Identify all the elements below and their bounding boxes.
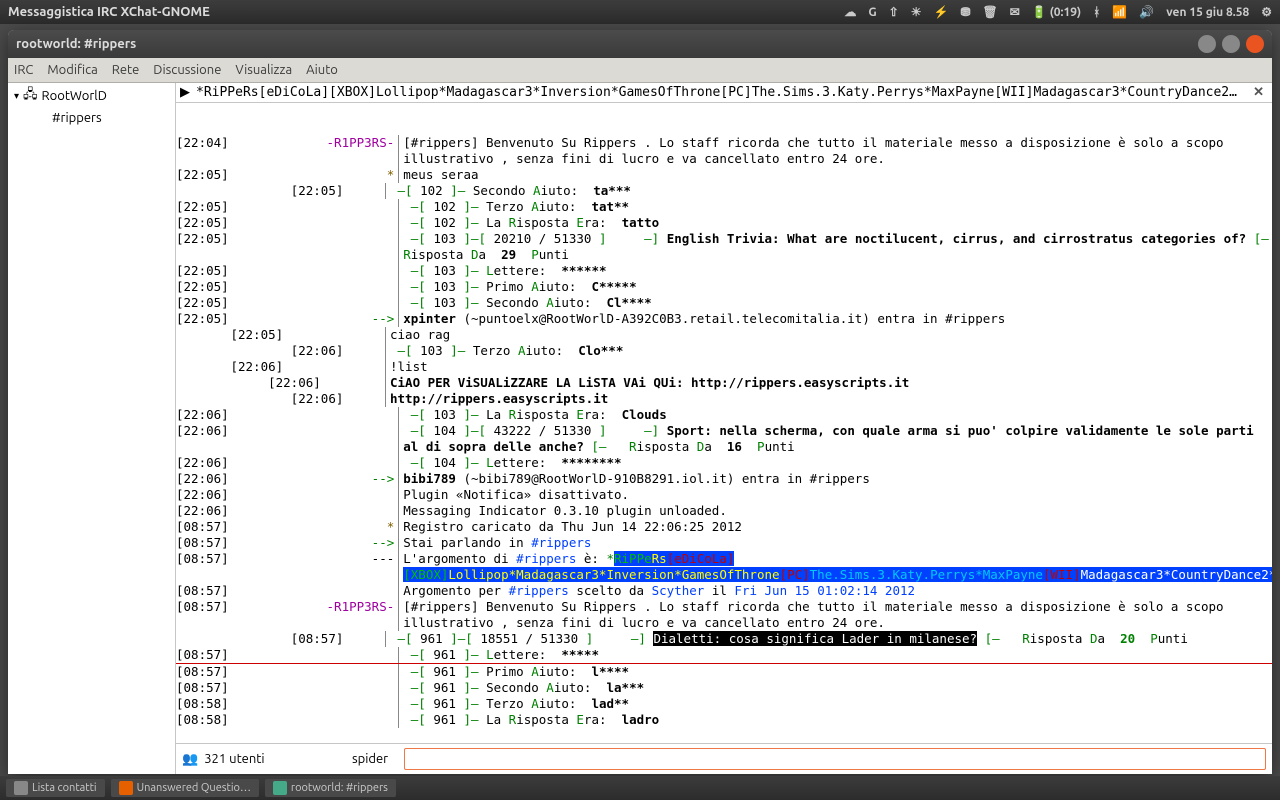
minimize-button[interactable] — [1198, 35, 1216, 53]
menu-irc[interactable]: IRC — [14, 63, 33, 77]
power-icon[interactable]: ⚡ — [933, 5, 948, 19]
channel-label: #rippers — [52, 111, 102, 125]
tree-channel[interactable]: #rippers — [8, 109, 175, 127]
message-input[interactable] — [404, 748, 1266, 770]
task-xchat[interactable]: rootworld: #rippers — [265, 779, 396, 797]
clock[interactable]: ven 15 giu 8.58 — [1166, 6, 1249, 19]
window-title: rootworld: #rippers — [16, 37, 136, 51]
tree-collapse-icon[interactable]: ▾ — [14, 90, 19, 102]
topic-bar: ▶ *RiPPeRs[eDiCoLa][XBOX]Lollipop*Madaga… — [176, 83, 1272, 103]
close-button[interactable] — [1246, 35, 1264, 53]
menu-modifica[interactable]: Modifica — [47, 63, 97, 77]
server-label: RootWorlD — [42, 89, 107, 103]
trash-icon[interactable]: 🗑 — [983, 5, 998, 19]
wifi-icon[interactable]: 📶 — [1112, 5, 1127, 19]
window-titlebar[interactable]: rootworld: #rippers — [8, 30, 1272, 58]
mail-icon[interactable]: ✉ — [1010, 5, 1020, 19]
topic-text[interactable]: *RiPPeRs[eDiCoLa][XBOX]Lollipop*Madagasc… — [196, 85, 1243, 100]
task-firefox-label: Unanswered Questio… — [137, 782, 251, 794]
maximize-button[interactable] — [1222, 35, 1240, 53]
user-count-label: 321 utenti — [204, 752, 264, 766]
indicator-icon[interactable]: G — [868, 6, 876, 19]
battery-indicator[interactable]: 🔋 (0:19) — [1032, 5, 1081, 19]
menu-discussione[interactable]: Discussione — [153, 63, 221, 77]
server-tree: ▾ 🖧 RootWorlD #rippers — [8, 83, 176, 774]
network-icon: 🖧 — [23, 85, 38, 107]
close-tab-button[interactable]: ✕ — [1249, 85, 1268, 100]
task-contacts[interactable]: Lista contatti — [6, 779, 105, 797]
task-xchat-label: rootworld: #rippers — [291, 782, 388, 794]
gnome-top-panel: Messaggistica IRC XChat-GNOME ☁ G ⇧ ☀ ⚡ … — [0, 0, 1280, 24]
xchat-window: rootworld: #rippers IRC Modifica Rete Di… — [8, 30, 1272, 774]
system-tray: ☁ G ⇧ ☀ ⚡ ⛃ 🗑 ✉ 🔋 (0:19) ᚼ 📶 🔊 ven 15 gi… — [844, 5, 1272, 19]
upload-icon[interactable]: ⇧ — [889, 5, 899, 19]
menu-aiuto[interactable]: Aiuto — [306, 63, 338, 77]
menubar: IRC Modifica Rete Discussione Visualizza… — [8, 58, 1272, 83]
indicator-icon[interactable]: ☁ — [844, 5, 856, 19]
dropbox-icon[interactable]: ⛃ — [960, 5, 970, 19]
nick-label[interactable]: spider — [352, 752, 396, 766]
chat-log[interactable]: [22:04] -R1PP3RS-[#rippers] Benvenuto Su… — [176, 103, 1272, 743]
topic-expand-icon[interactable]: ▶ — [180, 85, 190, 100]
firefox-icon — [119, 781, 133, 795]
task-contacts-label: Lista contatti — [32, 782, 97, 794]
xchat-icon — [273, 781, 287, 795]
task-firefox[interactable]: Unanswered Questio… — [111, 779, 259, 797]
pidgin-icon — [14, 781, 28, 795]
menu-visualizza[interactable]: Visualizza — [235, 63, 292, 77]
users-icon: 👥 — [182, 752, 198, 767]
session-icon[interactable]: ⚙ — [1261, 5, 1272, 19]
bottom-taskbar: Lista contatti Unanswered Questio… rootw… — [0, 776, 1280, 800]
app-title: Messaggistica IRC XChat-GNOME — [8, 5, 210, 19]
user-count[interactable]: 👥 321 utenti — [182, 752, 344, 767]
weather-icon[interactable]: ☀ — [911, 5, 922, 19]
status-bar: 👥 321 utenti spider — [176, 743, 1272, 774]
volume-icon[interactable]: 🔊 — [1139, 5, 1154, 19]
tree-server[interactable]: ▾ 🖧 RootWorlD — [8, 83, 175, 109]
bluetooth-icon[interactable]: ᚼ — [1093, 6, 1100, 19]
menu-rete[interactable]: Rete — [112, 63, 140, 77]
